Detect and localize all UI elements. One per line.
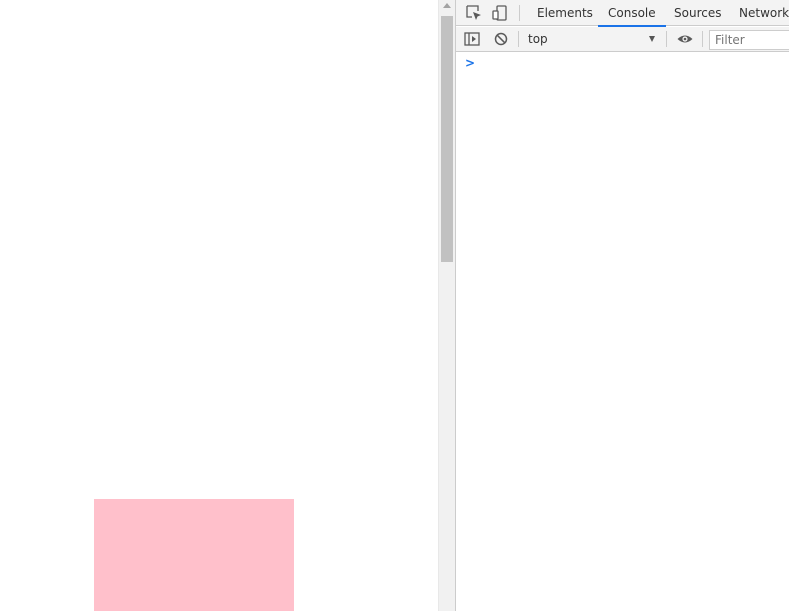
devtools-tabbar: Elements Console Sources Network [456,0,789,27]
scroll-thumb[interactable] [441,16,453,262]
toolbar-divider [702,31,703,47]
sidebar-toggle-icon[interactable] [463,30,481,48]
filter-input[interactable] [709,30,789,50]
scroll-up-arrow-icon[interactable] [443,3,451,8]
tabbar-divider [519,5,520,21]
tab-elements[interactable]: Elements [537,0,593,26]
toolbar-divider [518,31,519,47]
context-selector[interactable]: top [528,27,660,52]
tab-console[interactable]: Console [598,0,666,27]
pink-box [94,499,294,611]
inspect-element-icon[interactable] [465,4,483,22]
live-expression-eye-icon[interactable] [676,30,694,48]
dropdown-arrow-icon [649,36,655,42]
console-output[interactable]: > [456,53,789,611]
context-selector-value: top [528,32,548,46]
page-viewport [0,0,438,611]
tab-sources[interactable]: Sources [674,0,721,26]
tab-network[interactable]: Network [739,0,789,26]
devtools-panel: Elements Console Sources Network top Fil… [455,0,789,611]
page-scrollbar[interactable] [438,0,455,611]
console-prompt: > [465,56,476,70]
device-toolbar-icon[interactable] [491,4,509,22]
clear-console-icon[interactable] [492,30,510,48]
console-toolbar: top [456,27,789,52]
toolbar-divider [666,31,667,47]
